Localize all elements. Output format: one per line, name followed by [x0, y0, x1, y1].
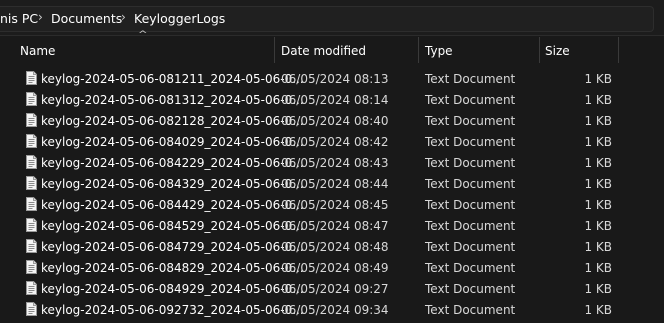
text-document-icon [26, 239, 37, 253]
text-document-icon [26, 176, 37, 190]
column-divider[interactable] [539, 37, 540, 63]
file-type: Text Document [425, 114, 516, 128]
file-size: 1 KB [584, 303, 612, 317]
file-name[interactable]: keylog-2024-05-06-082128_2024-05-06-0... [41, 114, 304, 128]
file-date-modified: 06/05/2024 08:43 [281, 156, 389, 170]
file-row[interactable]: keylog-2024-05-06-084929_2024-05-06-0...… [0, 278, 664, 299]
file-row[interactable]: keylog-2024-05-06-084729_2024-05-06-0...… [0, 236, 664, 257]
text-document-icon [26, 302, 37, 316]
file-date-modified: 06/05/2024 08:49 [281, 261, 389, 275]
text-document-icon [26, 134, 37, 148]
file-name[interactable]: keylog-2024-05-06-084529_2024-05-06-0... [41, 219, 304, 233]
text-document-icon [26, 218, 37, 232]
file-date-modified: 06/05/2024 08:13 [281, 72, 389, 86]
file-row[interactable]: keylog-2024-05-06-084529_2024-05-06-0...… [0, 215, 664, 236]
file-size: 1 KB [584, 72, 612, 86]
file-explorer-window: nis PC › Documents › KeyloggerLogs ^ Nam… [0, 0, 664, 323]
text-document-icon [26, 260, 37, 274]
file-size: 1 KB [584, 177, 612, 191]
file-row[interactable]: keylog-2024-05-06-081312_2024-05-06-0...… [0, 89, 664, 110]
file-type: Text Document [425, 177, 516, 191]
file-name[interactable]: keylog-2024-05-06-092732_2024-05-06-0... [41, 303, 304, 317]
file-row[interactable]: keylog-2024-05-06-092732_2024-05-06-0...… [0, 299, 664, 320]
text-document-icon [26, 197, 37, 211]
file-type: Text Document [425, 72, 516, 86]
file-name[interactable]: keylog-2024-05-06-081312_2024-05-06-0... [41, 93, 304, 107]
text-document-icon [26, 155, 37, 169]
file-date-modified: 06/05/2024 09:27 [281, 282, 389, 296]
file-type: Text Document [425, 261, 516, 275]
file-type: Text Document [425, 135, 516, 149]
file-name[interactable]: keylog-2024-05-06-084029_2024-05-06-0... [41, 135, 304, 149]
column-header-date-modified[interactable]: Date modified [281, 44, 366, 58]
file-type: Text Document [425, 240, 516, 254]
file-name[interactable]: keylog-2024-05-06-084429_2024-05-06-0... [41, 198, 304, 212]
address-bar: nis PC › Documents › KeyloggerLogs [0, 0, 664, 36]
file-date-modified: 06/05/2024 08:40 [281, 114, 389, 128]
file-size: 1 KB [584, 198, 612, 212]
column-divider[interactable] [274, 37, 275, 63]
file-row[interactable]: keylog-2024-05-06-084029_2024-05-06-0...… [0, 131, 664, 152]
file-name[interactable]: keylog-2024-05-06-084329_2024-05-06-0... [41, 177, 304, 191]
file-size: 1 KB [584, 219, 612, 233]
file-size: 1 KB [584, 156, 612, 170]
chevron-right-icon[interactable]: › [38, 10, 43, 24]
text-document-icon [26, 71, 37, 85]
file-name[interactable]: keylog-2024-05-06-084229_2024-05-06-0... [41, 156, 304, 170]
column-header-size[interactable]: Size [545, 44, 570, 58]
file-name[interactable]: keylog-2024-05-06-081211_2024-05-06-0... [41, 72, 304, 86]
file-date-modified: 06/05/2024 08:47 [281, 219, 389, 233]
text-document-icon [26, 92, 37, 106]
file-size: 1 KB [584, 135, 612, 149]
file-row[interactable]: keylog-2024-05-06-084329_2024-05-06-0...… [0, 173, 664, 194]
chevron-right-icon[interactable]: › [121, 10, 126, 24]
file-size: 1 KB [584, 282, 612, 296]
file-row[interactable]: keylog-2024-05-06-084829_2024-05-06-0...… [0, 257, 664, 278]
file-type: Text Document [425, 303, 516, 317]
file-date-modified: 06/05/2024 08:45 [281, 198, 389, 212]
file-type: Text Document [425, 93, 516, 107]
file-type: Text Document [425, 156, 516, 170]
column-header-name[interactable]: Name [20, 44, 55, 58]
file-name[interactable]: keylog-2024-05-06-084929_2024-05-06-0... [41, 282, 304, 296]
file-date-modified: 06/05/2024 08:48 [281, 240, 389, 254]
file-date-modified: 06/05/2024 08:14 [281, 93, 389, 107]
breadcrumb-keyloggerlogs[interactable]: KeyloggerLogs [134, 11, 225, 26]
file-name[interactable]: keylog-2024-05-06-084829_2024-05-06-0... [41, 261, 304, 275]
file-size: 1 KB [584, 261, 612, 275]
file-date-modified: 06/05/2024 09:34 [281, 303, 389, 317]
file-size: 1 KB [584, 93, 612, 107]
sort-ascending-icon: ^ [137, 30, 148, 40]
file-size: 1 KB [584, 114, 612, 128]
file-size: 1 KB [584, 240, 612, 254]
file-type: Text Document [425, 198, 516, 212]
file-type: Text Document [425, 219, 516, 233]
file-name[interactable]: keylog-2024-05-06-084729_2024-05-06-0... [41, 240, 304, 254]
file-row[interactable]: keylog-2024-05-06-084429_2024-05-06-0...… [0, 194, 664, 215]
breadcrumb-documents[interactable]: Documents [51, 11, 122, 26]
file-date-modified: 06/05/2024 08:42 [281, 135, 389, 149]
file-row[interactable]: keylog-2024-05-06-082128_2024-05-06-0...… [0, 110, 664, 131]
text-document-icon [26, 113, 37, 127]
column-divider[interactable] [418, 37, 419, 63]
text-document-icon [26, 281, 37, 295]
breadcrumb-this-pc[interactable]: nis PC [0, 11, 38, 26]
file-list: keylog-2024-05-06-081211_2024-05-06-0...… [0, 68, 664, 320]
file-type: Text Document [425, 282, 516, 296]
file-row[interactable]: keylog-2024-05-06-081211_2024-05-06-0...… [0, 68, 664, 89]
column-header-type[interactable]: Type [425, 44, 453, 58]
file-date-modified: 06/05/2024 08:44 [281, 177, 389, 191]
file-row[interactable]: keylog-2024-05-06-084229_2024-05-06-0...… [0, 152, 664, 173]
column-divider[interactable] [618, 37, 619, 63]
